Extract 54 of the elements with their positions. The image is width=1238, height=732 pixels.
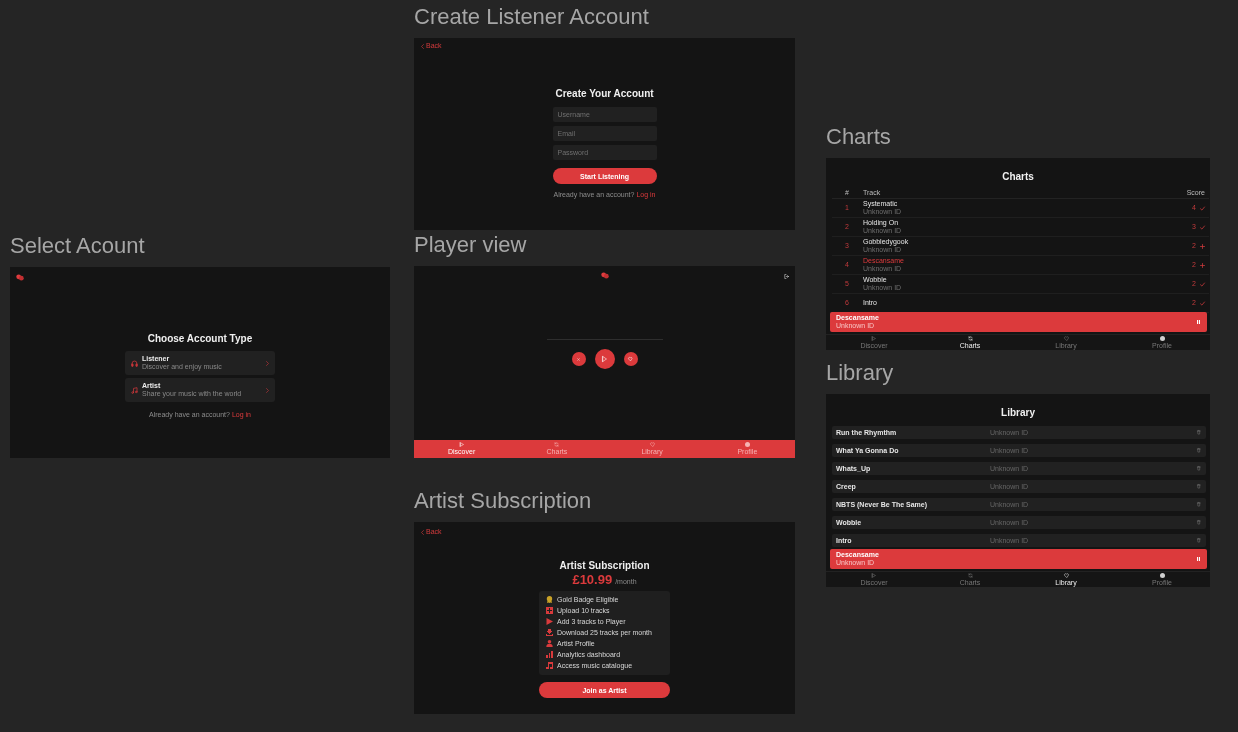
check-icon[interactable] bbox=[1200, 300, 1205, 306]
cross-icon bbox=[577, 357, 580, 361]
frame-title: Artist Subscription bbox=[414, 489, 592, 513]
logo-icon bbox=[16, 274, 24, 281]
check-icon[interactable] bbox=[1200, 205, 1205, 211]
plus-icon[interactable] bbox=[1200, 243, 1205, 249]
frame-title: Player view bbox=[414, 233, 527, 257]
heart-icon bbox=[1063, 573, 1069, 578]
play-icon bbox=[871, 573, 877, 578]
heart-icon bbox=[1063, 336, 1069, 341]
trash-icon[interactable] bbox=[1196, 448, 1200, 453]
check-icon[interactable] bbox=[1200, 224, 1205, 230]
heart-icon bbox=[649, 442, 655, 447]
trash-icon[interactable] bbox=[1196, 502, 1200, 507]
pause-icon[interactable] bbox=[1197, 320, 1200, 324]
music-note-icon bbox=[131, 386, 138, 394]
trash-icon[interactable] bbox=[1196, 484, 1200, 489]
chevron-left-icon bbox=[421, 529, 424, 535]
trash-icon[interactable] bbox=[1196, 430, 1200, 435]
play-button[interactable] bbox=[594, 349, 615, 369]
heart-button[interactable] bbox=[623, 352, 638, 366]
avatar-icon bbox=[1159, 336, 1165, 341]
play-icon bbox=[602, 356, 607, 362]
trash-icon[interactable] bbox=[1196, 466, 1200, 471]
screen-heading: Choose Account Type bbox=[147, 333, 253, 344]
cross-button[interactable] bbox=[571, 352, 586, 366]
price-text: £10.99 bbox=[572, 573, 613, 587]
screen-heading: Charts bbox=[1002, 171, 1034, 182]
frame-title: Select Acount bbox=[10, 234, 145, 258]
check-icon[interactable] bbox=[1200, 281, 1205, 287]
plus-icon[interactable] bbox=[1200, 262, 1205, 268]
frame-title: Create Listener Account bbox=[414, 5, 649, 29]
avatar-icon bbox=[744, 442, 750, 447]
play-icon bbox=[871, 336, 877, 341]
trash-icon[interactable] bbox=[1196, 520, 1200, 525]
heart-icon bbox=[628, 357, 633, 361]
chevron-right-icon bbox=[266, 360, 269, 366]
trash-icon[interactable] bbox=[1196, 538, 1200, 543]
screen-heading: Create Your Account bbox=[555, 88, 654, 99]
screen-heading: Artist Subscription bbox=[559, 560, 650, 571]
refresh-icon bbox=[967, 573, 973, 578]
avatar-icon bbox=[1159, 573, 1165, 578]
frame-title: Library bbox=[826, 361, 894, 385]
refresh-icon bbox=[967, 336, 973, 341]
chevron-left-icon bbox=[421, 43, 424, 49]
play-icon bbox=[459, 442, 465, 447]
logout-icon[interactable] bbox=[784, 273, 789, 279]
logo-icon bbox=[600, 272, 609, 279]
screen-heading: Library bbox=[1001, 407, 1035, 418]
pause-icon[interactable] bbox=[1197, 557, 1200, 561]
headphones-icon bbox=[131, 359, 138, 367]
frame-title: Charts bbox=[826, 125, 891, 149]
chevron-right-icon bbox=[266, 387, 269, 393]
refresh-icon bbox=[554, 442, 560, 447]
